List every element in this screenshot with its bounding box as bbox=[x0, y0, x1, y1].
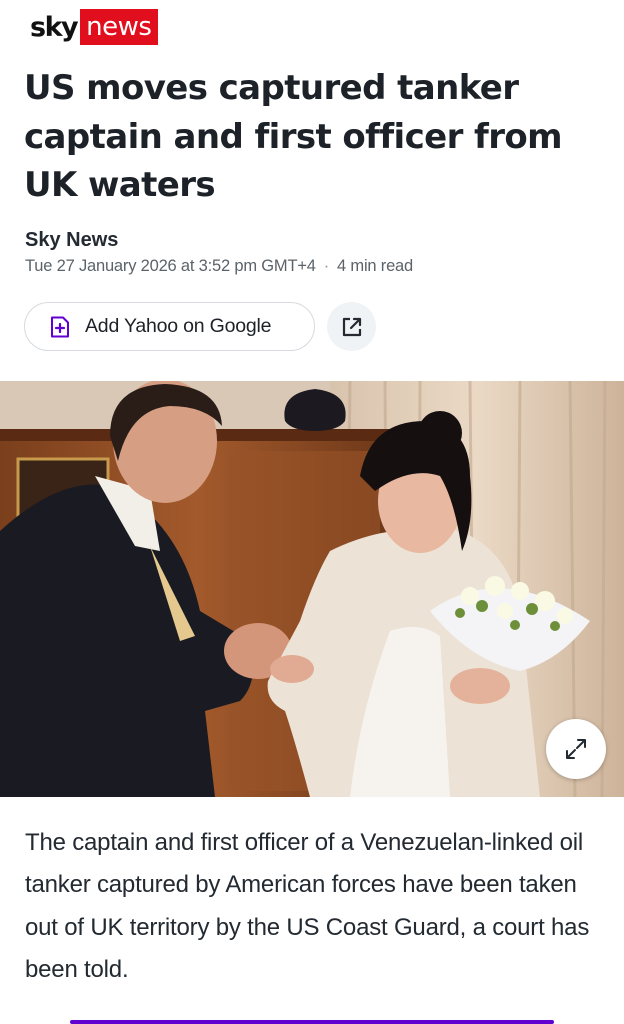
share-button[interactable] bbox=[327, 302, 376, 351]
article-photo[interactable] bbox=[0, 381, 624, 797]
expand-photo-button[interactable] bbox=[546, 719, 606, 779]
article-date: Tue 27 January 2026 at 3:52 pm GMT+4 bbox=[25, 257, 316, 275]
add-yahoo-on-google-button[interactable]: Add Yahoo on Google bbox=[24, 302, 315, 351]
logo-news-text: news bbox=[80, 9, 159, 45]
meta-separator: · bbox=[323, 257, 330, 275]
add-yahoo-label: Add Yahoo on Google bbox=[85, 315, 272, 337]
article-page: sky news US moves captured tanker captai… bbox=[0, 0, 624, 1024]
external-share-icon bbox=[342, 317, 361, 336]
sky-news-logo: sky news bbox=[30, 9, 159, 45]
article-read-time: 4 min read bbox=[337, 257, 414, 275]
article-source[interactable]: Sky News bbox=[25, 229, 118, 252]
article-headline: US moves captured tanker captain and fir… bbox=[24, 68, 563, 205]
photo-illustration bbox=[0, 381, 624, 797]
article-actions: Add Yahoo on Google bbox=[24, 302, 376, 351]
article-meta: Tue 27 January 2026 at 3:52 pm GMT+4 · 4 m… bbox=[25, 257, 413, 276]
logo-sky-text: sky bbox=[30, 11, 79, 43]
add-plus-icon bbox=[51, 316, 69, 337]
expand-arrows-icon bbox=[566, 739, 586, 759]
bottom-accent-bar bbox=[70, 1020, 554, 1024]
article-body: The captain and first officer of a Venez… bbox=[25, 829, 590, 983]
